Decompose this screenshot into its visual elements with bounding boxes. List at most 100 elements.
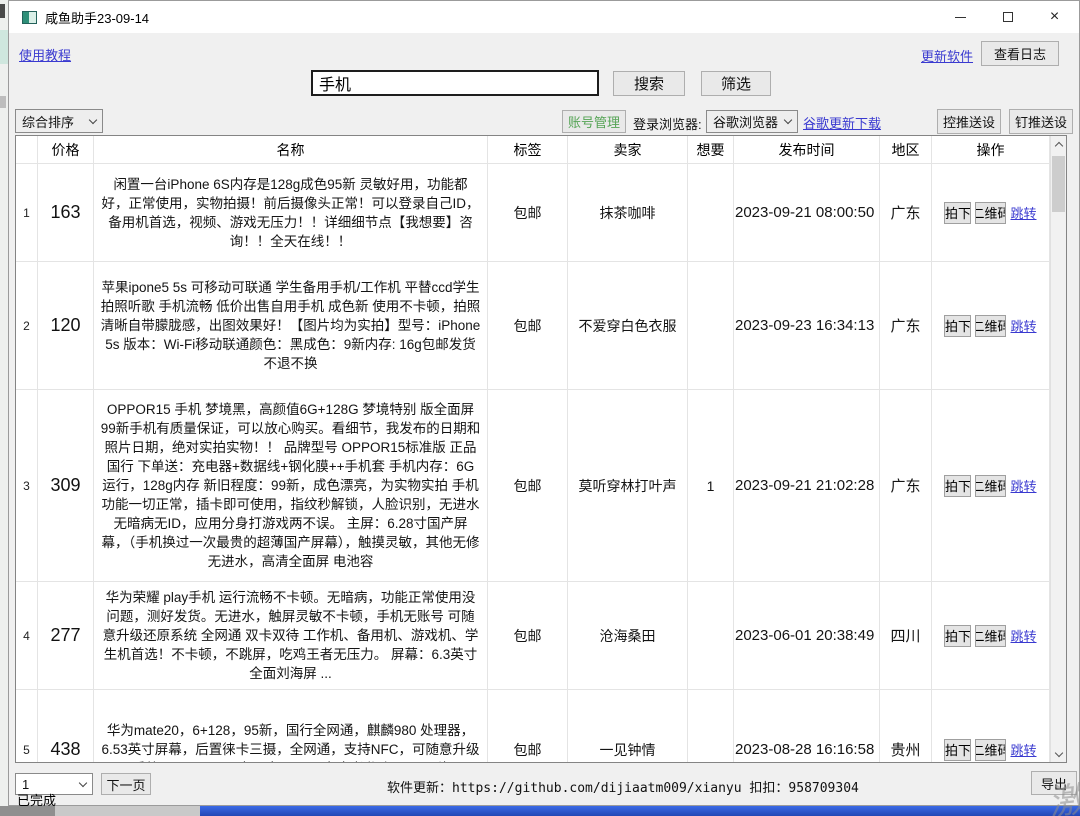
push-settings-button-1[interactable]: 控推送设 <box>937 109 1001 134</box>
cell-name: 华为mate20，6+128，95新，国行全网通，麒麟980 处理器，6.53英… <box>94 690 488 763</box>
buy-button[interactable]: 拍下 <box>944 625 971 647</box>
table-row: 1163闲置一台iPhone 6S内存是128g成色95新 灵敏好用，功能都好，… <box>16 164 1066 262</box>
buy-button[interactable]: 拍下 <box>944 739 971 761</box>
table-header-row: 价格名称标签卖家想要发布时间地区操作 <box>16 136 1066 164</box>
cell-name: OPPOR15 手机 梦境黑，高颜值6G+128G 梦境特别 版全面屏99新手机… <box>94 390 488 581</box>
cell-region: 四川 <box>880 582 932 689</box>
search-button[interactable]: 搜索 <box>613 71 685 96</box>
qr-code-button[interactable]: 二维码 <box>975 475 1006 497</box>
jump-link[interactable]: 跳转 <box>1010 203 1036 222</box>
search-input[interactable] <box>311 70 599 96</box>
cell-name: 华为荣耀 play手机 运行流畅不卡顿。无暗病，功能正常使用没问题，测好发货。无… <box>94 582 488 689</box>
window-title: 咸鱼助手23-09-14 <box>45 8 149 27</box>
cell-actions: 拍下二维码跳转 <box>932 390 1050 581</box>
background-fragment <box>0 30 8 64</box>
buy-button[interactable]: 拍下 <box>944 475 971 497</box>
login-browser-label: 登录浏览器: <box>633 114 702 133</box>
cell-actions: 拍下二维码跳转 <box>932 262 1050 389</box>
cell-seller: 沧海桑田 <box>568 582 688 689</box>
table-row: 2120苹果ipone5 5s 可移动可联通 学生备用手机/工作机 平替ccd学… <box>16 262 1066 390</box>
cell-price: 438 <box>38 690 94 763</box>
cell-num: 3 <box>16 390 38 581</box>
sort-select[interactable]: 综合排序 <box>15 109 103 133</box>
browser-select[interactable]: 谷歌浏览器 <box>706 110 798 133</box>
cell-region: 贵州 <box>880 690 932 763</box>
scroll-down-icon <box>1054 748 1062 756</box>
cell-time: 2023-09-21 21:02:28 <box>734 390 880 581</box>
qr-code-button[interactable]: 二维码 <box>975 202 1006 224</box>
cell-region: 广东 <box>880 164 932 261</box>
cell-price: 309 <box>38 390 94 581</box>
table-row: 5438华为mate20，6+128，95新，国行全网通，麒麟980 处理器，6… <box>16 690 1066 763</box>
cell-time: 2023-08-28 16:16:58 <box>734 690 880 763</box>
jump-link[interactable]: 跳转 <box>1010 476 1036 495</box>
cell-num: 2 <box>16 262 38 389</box>
background-fragment <box>0 96 6 108</box>
scroll-up-button[interactable] <box>1051 136 1066 152</box>
column-header: 发布时间 <box>734 136 880 164</box>
maximize-icon <box>1003 12 1013 22</box>
vertical-scrollbar[interactable] <box>1050 136 1066 762</box>
cell-seller: 一见钟情 <box>568 690 688 763</box>
browser-select-value: 谷歌浏览器 <box>713 112 778 131</box>
cell-time: 2023-09-21 08:00:50 <box>734 164 880 261</box>
app-window: 咸鱼助手23-09-14 × 使用教程 更新软件 查看日志 搜索 筛选 综合排序… <box>8 0 1080 806</box>
jump-link[interactable]: 跳转 <box>1010 626 1036 645</box>
scrollbar-thumb[interactable] <box>1052 156 1065 212</box>
cell-name: 闲置一台iPhone 6S内存是128g成色95新 灵敏好用，功能都好，正常使用… <box>94 164 488 261</box>
cell-actions: 拍下二维码跳转 <box>932 164 1050 261</box>
background-taskbar-blue <box>200 806 1080 816</box>
qr-code-button[interactable]: 二维码 <box>975 739 1006 761</box>
table-row: 3309OPPOR15 手机 梦境黑，高颜值6G+128G 梦境特别 版全面屏9… <box>16 390 1066 582</box>
cell-seller: 不爱穿白色衣服 <box>568 262 688 389</box>
cell-region: 广东 <box>880 262 932 389</box>
buy-button[interactable]: 拍下 <box>944 202 971 224</box>
buy-button[interactable]: 拍下 <box>944 315 971 337</box>
jump-link[interactable]: 跳转 <box>1010 316 1036 335</box>
view-log-button[interactable]: 查看日志 <box>981 41 1059 66</box>
cell-num: 5 <box>16 690 38 763</box>
filter-button[interactable]: 筛选 <box>701 71 771 96</box>
tutorial-link[interactable]: 使用教程 <box>19 45 71 64</box>
cell-seller: 抹茶咖啡 <box>568 164 688 261</box>
cell-time: 2023-06-01 20:38:49 <box>734 582 880 689</box>
export-button[interactable]: 导出 <box>1031 771 1077 795</box>
maximize-button[interactable] <box>984 1 1031 33</box>
scroll-down-button[interactable] <box>1051 746 1066 762</box>
minimize-icon <box>955 17 966 18</box>
push-settings-button-2[interactable]: 钉推送设 <box>1009 109 1073 134</box>
status-text: 已完成 <box>17 790 56 809</box>
column-header: 标签 <box>488 136 568 164</box>
chrome-update-download-link[interactable]: 谷歌更新下载 <box>803 113 881 132</box>
cell-want: 1 <box>688 390 734 581</box>
account-management-button[interactable]: 账号管理 <box>562 110 626 133</box>
column-header <box>16 136 38 164</box>
cell-actions: 拍下二维码跳转 <box>932 582 1050 689</box>
qr-code-button[interactable]: 二维码 <box>975 625 1006 647</box>
table-body: 1163闲置一台iPhone 6S内存是128g成色95新 灵敏好用，功能都好，… <box>16 164 1066 763</box>
close-button[interactable]: × <box>1031 1 1078 33</box>
cell-tag: 包邮 <box>488 262 568 389</box>
cell-want <box>688 262 734 389</box>
column-header: 想要 <box>688 136 734 164</box>
cell-price: 120 <box>38 262 94 389</box>
cell-name: 苹果ipone5 5s 可移动可联通 学生备用手机/工作机 平替ccd学生拍照听… <box>94 262 488 389</box>
cell-price: 277 <box>38 582 94 689</box>
table-row: 4277华为荣耀 play手机 运行流畅不卡顿。无暗病，功能正常使用没问题，测好… <box>16 582 1066 690</box>
cell-seller: 莫听穿林打叶声 <box>568 390 688 581</box>
titlebar: 咸鱼助手23-09-14 × <box>9 1 1079 33</box>
jump-link[interactable]: 跳转 <box>1010 740 1036 759</box>
cell-want <box>688 582 734 689</box>
minimize-button[interactable] <box>937 1 984 33</box>
results-table: 价格名称标签卖家想要发布时间地区操作 1163闲置一台iPhone 6S内存是1… <box>15 135 1067 763</box>
update-software-link[interactable]: 更新软件 <box>921 46 973 65</box>
qr-code-button[interactable]: 二维码 <box>975 315 1006 337</box>
cell-want <box>688 690 734 763</box>
close-icon: × <box>1050 8 1059 26</box>
sort-select-value: 综合排序 <box>22 112 74 131</box>
app-icon <box>22 11 37 24</box>
chevron-down-icon <box>79 778 87 786</box>
next-page-button[interactable]: 下一页 <box>101 773 151 795</box>
column-header: 名称 <box>94 136 488 164</box>
background-fragment <box>0 4 5 18</box>
